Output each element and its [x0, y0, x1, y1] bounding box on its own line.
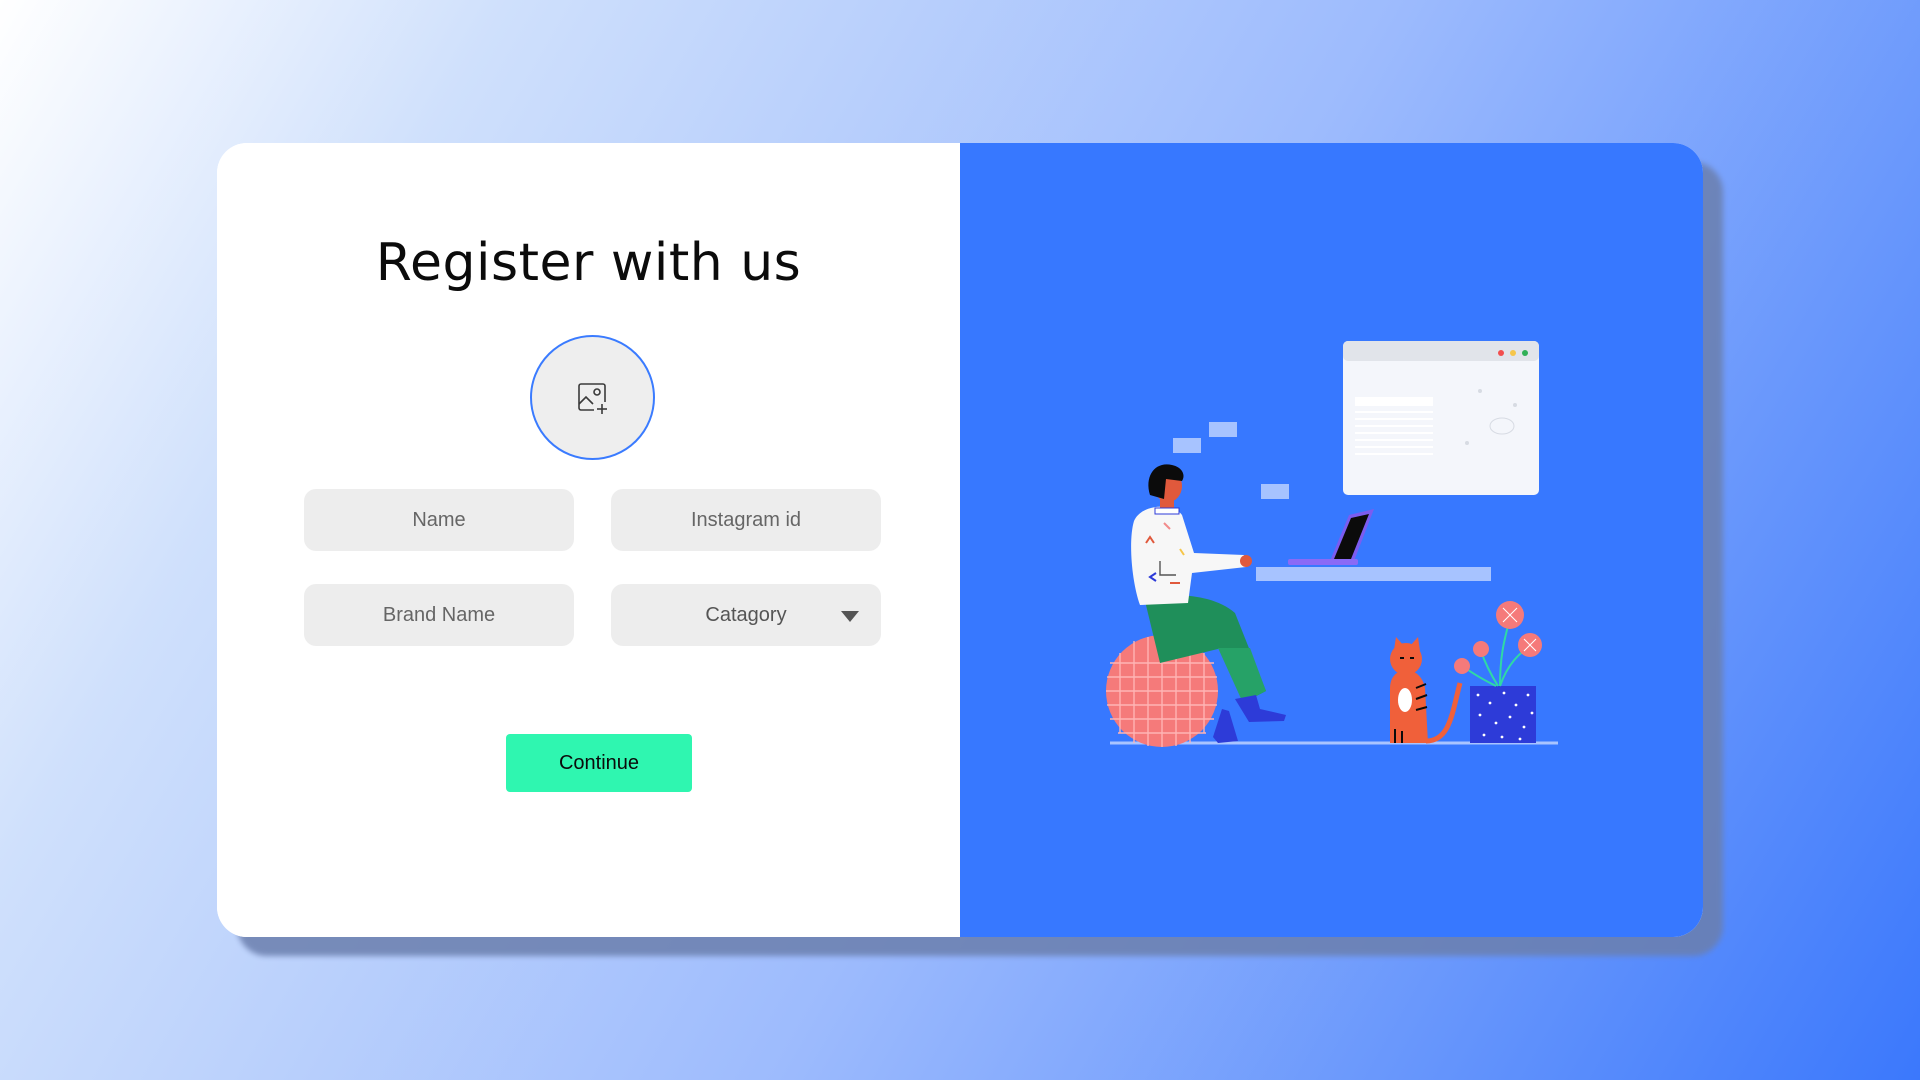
browser-window-graphic: [1343, 341, 1539, 495]
form-panel: Register with us Catagory Continue: [217, 143, 960, 937]
continue-button[interactable]: Continue: [506, 734, 692, 792]
avatar-upload-button[interactable]: [530, 335, 655, 460]
person-at-desk-illustration: [1106, 341, 1558, 747]
register-card: Register with us Catagory Continue: [217, 143, 1703, 937]
name-input[interactable]: [304, 489, 574, 551]
plant-graphic: [1454, 601, 1542, 743]
cat-graphic: [1390, 637, 1463, 744]
illustration-panel: [960, 143, 1703, 937]
laptop-graphic: [1288, 509, 1374, 565]
page-title: Register with us: [375, 233, 802, 293]
instagram-input[interactable]: [611, 489, 881, 551]
brand-name-input[interactable]: [304, 584, 574, 646]
triangle-down-icon: [841, 611, 859, 622]
category-select-label: Catagory: [705, 603, 787, 626]
image-add-icon: [577, 382, 609, 415]
category-select[interactable]: Catagory: [611, 584, 881, 646]
